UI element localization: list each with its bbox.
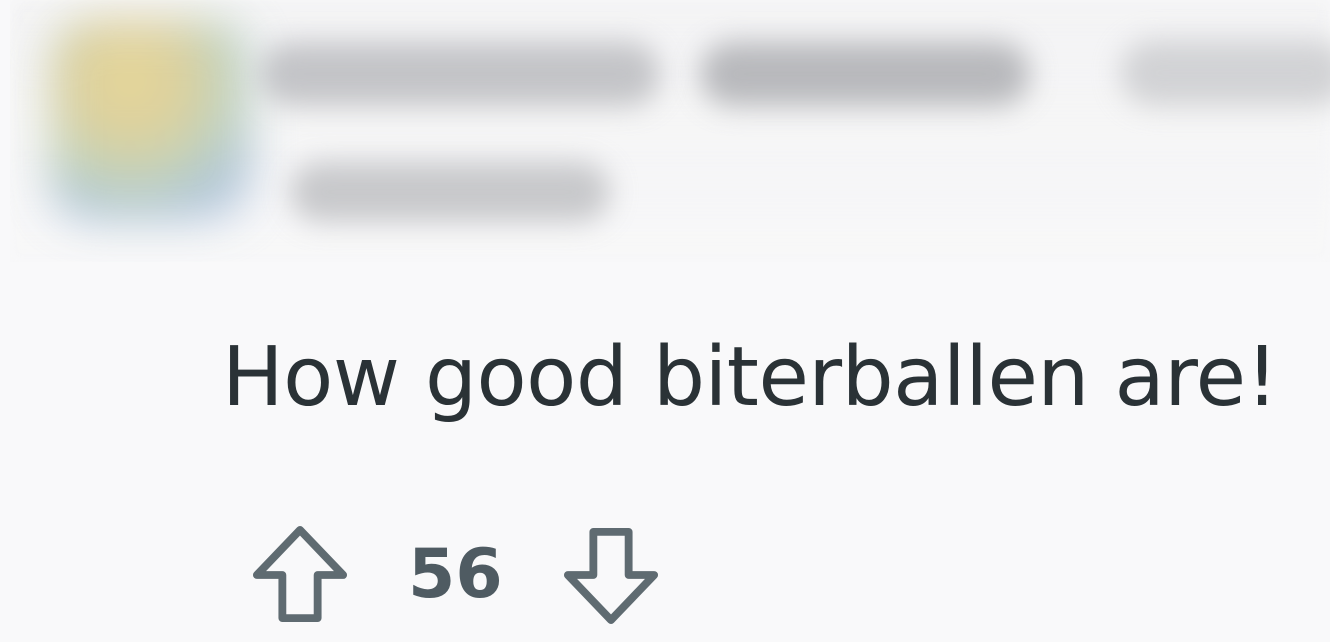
arrow-up-outline-icon [252, 526, 348, 623]
comment-timestamp-redacted [1120, 40, 1330, 106]
upvote-button[interactable] [250, 523, 350, 627]
comment-author-header-redacted [10, 0, 1330, 262]
comment-actions: 56 [250, 520, 661, 630]
downvote-button[interactable] [561, 523, 661, 627]
author-name-redacted[interactable] [260, 42, 660, 106]
comment-body: How good biterballen are! [222, 330, 1278, 425]
avatar[interactable] [50, 20, 250, 220]
arrow-down-outline-icon [563, 527, 658, 624]
vote-score: 56 [408, 535, 503, 614]
author-flair-redacted [700, 42, 1030, 106]
comment: How good biterballen are! 56 [0, 0, 1330, 642]
author-meta-redacted [290, 162, 610, 222]
